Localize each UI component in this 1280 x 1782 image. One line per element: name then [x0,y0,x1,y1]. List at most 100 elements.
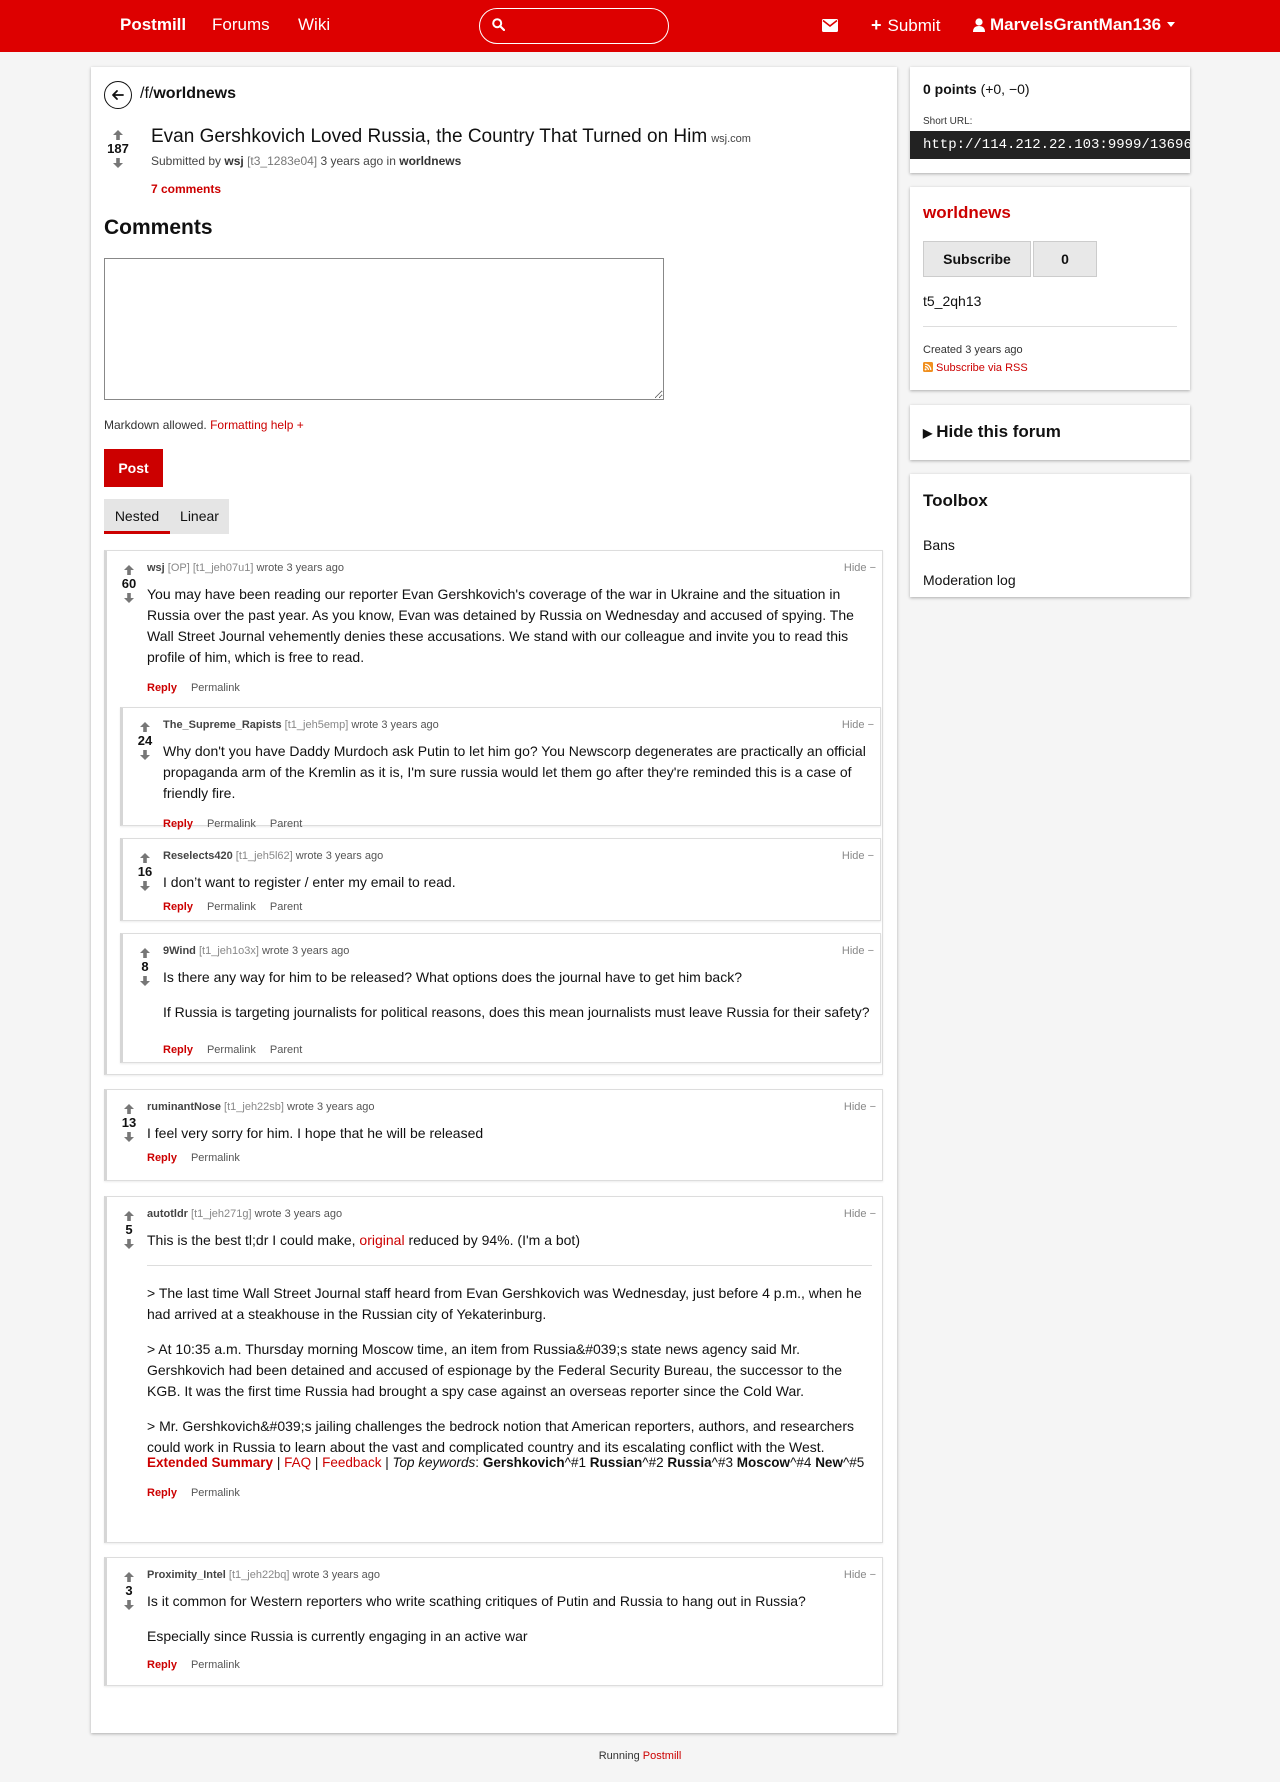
brand-link[interactable]: Postmill [120,15,186,35]
wiki-link[interactable]: Wiki [298,15,330,35]
downvote-icon[interactable] [123,1131,135,1143]
tab-nested[interactable]: Nested [104,499,170,534]
parent-link[interactable]: Parent [270,901,302,913]
permalink-link[interactable]: Permalink [191,1659,240,1671]
envelope-icon[interactable] [822,19,838,32]
comment-meta: wsj [OP] [t1_jeh07u1] wrote 3 years ago [147,562,344,574]
parent-link[interactable]: Parent [270,1044,302,1056]
upvote-icon[interactable] [123,1210,135,1222]
downvote-icon[interactable] [123,1599,135,1611]
permalink-link[interactable]: Permalink [207,901,256,913]
downvote-icon[interactable] [123,592,135,604]
summary-quotes: > The last time Wall Street Journal staf… [147,1285,862,1455]
reply-link[interactable]: Reply [163,901,193,913]
comment-author[interactable]: ruminantNose [147,1101,221,1113]
downvote-icon[interactable] [139,749,151,761]
reply-link[interactable]: Reply [163,818,193,830]
downvote-icon[interactable] [139,880,151,892]
hide-comment-button[interactable]: Hide − [844,1208,876,1220]
downvote-icon[interactable] [123,1238,135,1250]
comment-author[interactable]: The_Supreme_Rapists [163,719,282,731]
hide-comment-button[interactable]: Hide − [844,1101,876,1113]
upvote-icon[interactable] [123,564,135,576]
hide-comment-button[interactable]: Hide − [842,850,874,862]
sidebar-forum-name[interactable]: worldnews [923,203,1011,223]
user-menu[interactable]: MarvelsGrantMan136 [973,15,1176,35]
submit-link[interactable]: + Submit [871,15,940,36]
back-button[interactable] [104,81,132,109]
comment-body: I don’t want to register / enter my emai… [163,874,456,890]
comment-meta: autotldr [t1_jeh271g] wrote 3 years ago [147,1208,343,1220]
hide-comment-button[interactable]: Hide − [842,945,874,957]
comment-body: You may have been reading our reporter E… [147,586,854,665]
rss-row: Subscribe via RSS [923,362,1028,374]
created-date: Created 3 years ago [923,344,1023,356]
original-link[interactable]: original [359,1232,404,1248]
comment-author[interactable]: 9Wind [163,945,196,957]
hide-forum-box[interactable]: ▶ Hide this forum [910,405,1190,460]
reply-link[interactable]: Reply [147,682,177,694]
subscriber-count: 0 [1033,241,1097,277]
extended-summary-link[interactable]: Extended Summary [147,1455,273,1470]
upvote-icon[interactable] [123,1571,135,1583]
upvote-icon[interactable] [123,1103,135,1115]
permalink-link[interactable]: Permalink [191,1487,240,1499]
parent-link[interactable]: Parent [270,818,302,830]
comment-author[interactable]: Proximity_Intel [147,1569,226,1581]
short-url[interactable]: http://114.212.22.103:9999/136963 [910,131,1190,159]
comment-author[interactable]: autotldr [147,1208,188,1220]
reply-link[interactable]: Reply [147,1659,177,1671]
search-input[interactable] [514,15,659,37]
permalink-link[interactable]: Permalink [207,818,256,830]
short-url-label: Short URL: [923,116,973,127]
comment-actions: Reply Permalink [147,682,254,694]
comments-heading: Comments [104,216,213,239]
post-forum-link[interactable]: worldnews [399,154,461,168]
downvote-icon[interactable] [112,157,124,169]
tab-linear[interactable]: Linear [170,499,229,534]
formatting-help-link[interactable]: Formatting help + [210,418,304,432]
hide-comment-button[interactable]: Hide − [844,1569,876,1581]
forum-breadcrumb[interactable]: /f/worldnews [140,85,236,103]
post-score: 187 [107,141,129,156]
post-info-box: 0 points (+0, −0) Short URL: http://114.… [910,67,1190,173]
permalink-link[interactable]: Permalink [207,1044,256,1056]
search-box[interactable] [479,8,669,44]
comment-body: Why don't you have Daddy Murdoch ask Put… [163,743,866,801]
comment-author[interactable]: wsj [147,562,165,574]
comment-vote: 16 [130,852,160,892]
faq-link[interactable]: FAQ [284,1455,311,1470]
post-comment-button[interactable]: Post [104,449,163,487]
comment-textarea[interactable] [104,258,664,400]
post-title-link[interactable]: Evan Gershkovich Loved Russia, the Count… [151,126,707,147]
permalink-link[interactable]: Permalink [191,682,240,694]
permalink-link[interactable]: Permalink [191,1152,240,1164]
post-author[interactable]: wsj [224,154,243,168]
forums-link[interactable]: Forums [212,15,270,35]
downvote-icon[interactable] [139,975,151,987]
comment-score: 5 [125,1222,133,1237]
comments-count-link[interactable]: 7 comments [151,182,221,196]
comment-actions: Reply Permalink [147,1487,254,1499]
post-meta: Submitted by wsj [t3_1283e04] 3 years ag… [151,154,462,168]
bans-link[interactable]: Bans [923,537,955,553]
feedback-link[interactable]: Feedback [322,1455,381,1470]
subscribe-button[interactable]: Subscribe [923,241,1031,277]
comment-author[interactable]: Reselects420 [163,850,233,862]
upvote-icon[interactable] [139,721,151,733]
upvote-icon[interactable] [112,129,124,141]
upvote-icon[interactable] [139,852,151,864]
upvote-icon[interactable] [139,947,151,959]
moderation-log-link[interactable]: Moderation log [923,572,1016,588]
reply-link[interactable]: Reply [147,1487,177,1499]
chevron-down-icon [1167,22,1176,27]
footer-postmill-link[interactable]: Postmill [643,1750,682,1762]
reply-link[interactable]: Reply [163,1044,193,1056]
hide-comment-button[interactable]: Hide − [842,719,874,731]
subscribe-rss-link[interactable]: Subscribe via RSS [936,362,1028,374]
reply-link[interactable]: Reply [147,1152,177,1164]
hide-comment-button[interactable]: Hide − [844,562,876,574]
plus-icon: + [871,15,882,35]
view-tabs: Nested Linear [104,499,229,534]
hide-forum-toggle[interactable]: ▶ Hide this forum [923,422,1061,442]
